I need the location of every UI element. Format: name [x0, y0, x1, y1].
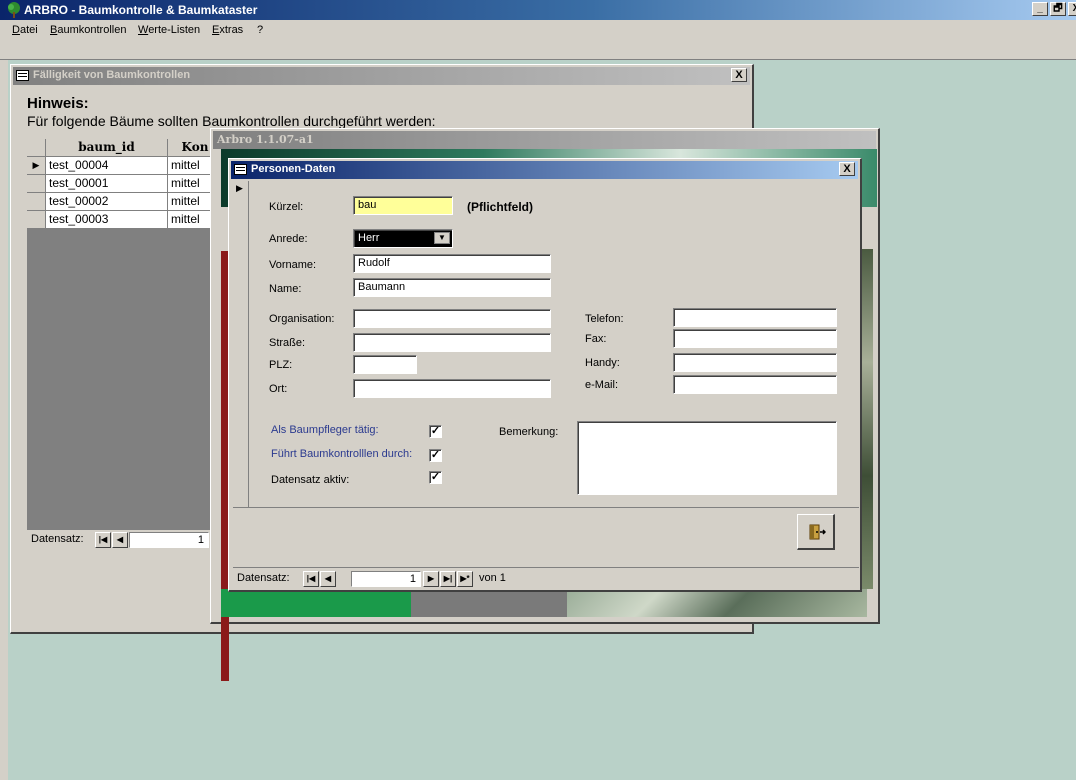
email-label: e-Mail:: [585, 379, 619, 391]
arbro-title: Arbro 1.1.07-a1: [217, 133, 314, 146]
record-selector-strip: ▶: [233, 181, 249, 507]
personen-navbar: Datensatz: |◀ ◀ 1 ▶ ▶| ▶* von 1: [233, 567, 859, 589]
personen-close-button[interactable]: X: [839, 162, 855, 176]
handy-label: Handy:: [585, 357, 620, 369]
prev-record-button[interactable]: ◀: [320, 571, 336, 587]
row-selector[interactable]: [27, 193, 46, 211]
personen-window: Personen-Daten X ▶ Kürzel: bau (Pflichtf…: [228, 158, 862, 592]
faelligkeit-navbar: Datensatz: |◀ ◀ 1: [27, 529, 223, 549]
cell-baum-id[interactable]: test_00003: [46, 211, 168, 229]
strasse-input[interactable]: [353, 333, 551, 352]
menu-baumkontrollen[interactable]: Baumkontrollen: [50, 24, 126, 36]
aktiv-label: Datensatz aktiv:: [271, 474, 350, 486]
menu-extras[interactable]: Extras: [212, 24, 243, 36]
exit-button[interactable]: [797, 514, 835, 550]
tree-icon: [8, 2, 20, 18]
faelligkeit-grid: baum_id Kon ▶ test_00004 mittel test_000…: [27, 139, 223, 529]
fax-input[interactable]: [673, 329, 837, 348]
aktiv-checkbox[interactable]: ✓: [429, 471, 442, 484]
organisation-label: Organisation:: [269, 313, 335, 325]
hinweis-label: Hinweis:: [27, 95, 89, 112]
next-record-button[interactable]: ▶: [423, 571, 439, 587]
baumpfleger-label: Als Baumpfleger tätig:: [271, 424, 379, 436]
telefon-input[interactable]: [673, 308, 837, 327]
chevron-down-icon[interactable]: ▼: [434, 232, 450, 244]
form-icon: [16, 70, 29, 81]
cell-baum-id[interactable]: test_00001: [46, 175, 168, 193]
hinweis-text: Für folgende Bäume sollten Baumkontrolle…: [27, 113, 436, 129]
telefon-label: Telefon:: [585, 313, 624, 325]
bemerkung-textarea[interactable]: [577, 421, 837, 495]
app-titlebar: ARBRO - Baumkontrolle & Baumkataster _ 🗗…: [0, 0, 1076, 20]
prev-record-button[interactable]: ◀: [112, 532, 128, 548]
vorname-label: Vorname:: [269, 259, 317, 271]
plz-label: PLZ:: [269, 359, 293, 371]
anrede-value: Herr: [358, 232, 380, 244]
anrede-combobox[interactable]: Herr ▼: [353, 229, 453, 248]
personen-title: Personen-Daten: [251, 163, 336, 175]
grid-corner: [27, 139, 46, 157]
table-row[interactable]: test_00003 mittel: [27, 211, 223, 229]
row-selector[interactable]: [27, 211, 46, 229]
kuerzel-input[interactable]: bau: [353, 196, 453, 215]
strasse-label: Straße:: [269, 337, 306, 349]
cell-baum-id[interactable]: test_00004: [46, 157, 168, 175]
record-pointer-icon[interactable]: ▶: [236, 183, 243, 194]
detail-divider: [233, 507, 859, 508]
anrede-label: Anrede:: [269, 233, 308, 245]
ort-input[interactable]: [353, 379, 551, 398]
app-title: ARBRO - Baumkontrolle & Baumkataster: [24, 3, 258, 17]
email-input[interactable]: [673, 375, 837, 394]
app-close-button[interactable]: X: [1068, 2, 1076, 16]
splash-green-block: [221, 589, 411, 617]
record-pointer-icon[interactable]: ▶: [27, 157, 46, 175]
form-icon: [234, 164, 247, 175]
first-record-button[interactable]: |◀: [95, 532, 111, 548]
record-number-field[interactable]: 1: [129, 532, 209, 548]
arbro-titlebar: Arbro 1.1.07-a1: [213, 131, 876, 149]
column-header-baum-id[interactable]: baum_id: [46, 139, 168, 157]
kontrollen-label: Führt Baumkontrolllen durch:: [271, 448, 413, 460]
pflichtfeld-label: (Pflichtfeld): [467, 200, 533, 214]
exit-door-icon: [809, 524, 826, 540]
new-record-button[interactable]: ▶*: [457, 571, 473, 587]
table-row[interactable]: test_00002 mittel: [27, 193, 223, 211]
table-row[interactable]: ▶ test_00004 mittel: [27, 157, 223, 175]
fax-label: Fax:: [585, 333, 607, 345]
cell-baum-id[interactable]: test_00002: [46, 193, 168, 211]
organisation-input[interactable]: [353, 309, 551, 328]
menu-werte-listen[interactable]: Werte-Listen: [138, 24, 200, 36]
record-number-field[interactable]: 1: [351, 571, 421, 587]
kontrollen-checkbox[interactable]: ✓: [429, 449, 442, 462]
handy-input[interactable]: [673, 353, 837, 372]
record-count-label: von 1: [479, 572, 506, 584]
row-selector[interactable]: [27, 175, 46, 193]
table-row[interactable]: test_00001 mittel: [27, 175, 223, 193]
faelligkeit-title: Fälligkeit von Baumkontrollen: [33, 69, 191, 81]
personen-titlebar: Personen-Daten X: [231, 161, 858, 179]
first-record-button[interactable]: |◀: [303, 571, 319, 587]
grid-header-row: baum_id Kon: [27, 139, 223, 157]
nav-label: Datensatz:: [31, 533, 84, 545]
restore-button[interactable]: 🗗: [1050, 2, 1066, 16]
faelligkeit-close-button[interactable]: X: [731, 68, 747, 82]
splash-gray-block: [411, 589, 567, 617]
menu-datei[interactable]: Datei: [12, 24, 38, 36]
nav-label: Datensatz:: [237, 572, 290, 584]
last-record-button[interactable]: ▶|: [440, 571, 456, 587]
kuerzel-label: Kürzel:: [269, 201, 304, 213]
bemerkung-label: Bemerkung:: [499, 426, 559, 438]
faelligkeit-titlebar: Fälligkeit von Baumkontrollen X: [13, 67, 750, 85]
name-label: Name:: [269, 283, 302, 295]
menubar: Datei Baumkontrollen Werte-Listen Extras…: [0, 20, 1076, 60]
ort-label: Ort:: [269, 383, 288, 395]
menu-help[interactable]: ?: [257, 24, 263, 36]
plz-input[interactable]: [353, 355, 417, 374]
vorname-input[interactable]: Rudolf: [353, 254, 551, 273]
minimize-button[interactable]: _: [1032, 2, 1048, 16]
baumpfleger-checkbox[interactable]: ✓: [429, 425, 442, 438]
name-input[interactable]: Baumann: [353, 278, 551, 297]
